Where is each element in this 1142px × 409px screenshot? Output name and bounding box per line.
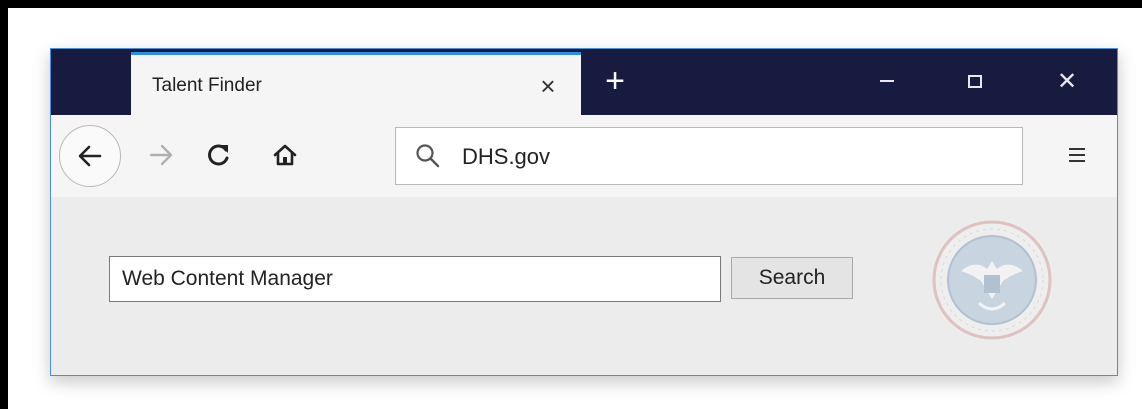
screenshot-canvas: Talent Finder × + ✕ DHS.gov Web Content … [8,8,1142,409]
dhs-seal-icon [932,220,1052,340]
title-bar: Talent Finder × + ✕ [51,49,1117,115]
back-arrow-icon [78,145,102,167]
job-search-input[interactable] [109,256,721,302]
browser-window: Talent Finder × + ✕ DHS.gov Web Content … [50,48,1118,376]
window-close-icon[interactable]: ✕ [1047,63,1087,99]
search-button[interactable]: Search [731,257,853,299]
page-content: Search [51,197,1117,375]
home-icon [273,144,297,166]
back-button[interactable] [59,125,121,187]
minimize-icon[interactable] [867,63,907,99]
address-text[interactable]: DHS.gov [462,144,550,170]
new-tab-icon[interactable]: + [597,62,633,100]
tab-title: Talent Finder [152,75,262,96]
tab-talent-finder[interactable]: Talent Finder × [131,52,581,115]
forward-button[interactable] [141,135,181,175]
search-icon [416,144,440,168]
maximize-icon[interactable] [955,63,995,99]
reload-icon [208,144,229,166]
reload-button[interactable] [199,135,239,175]
hamburger-menu-icon[interactable] [1059,137,1095,173]
forward-arrow-icon [149,144,173,166]
tab-close-icon[interactable]: × [531,69,565,103]
address-bar[interactable]: DHS.gov [395,127,1023,185]
home-button[interactable] [265,135,305,175]
navigation-toolbar: DHS.gov [51,115,1117,197]
